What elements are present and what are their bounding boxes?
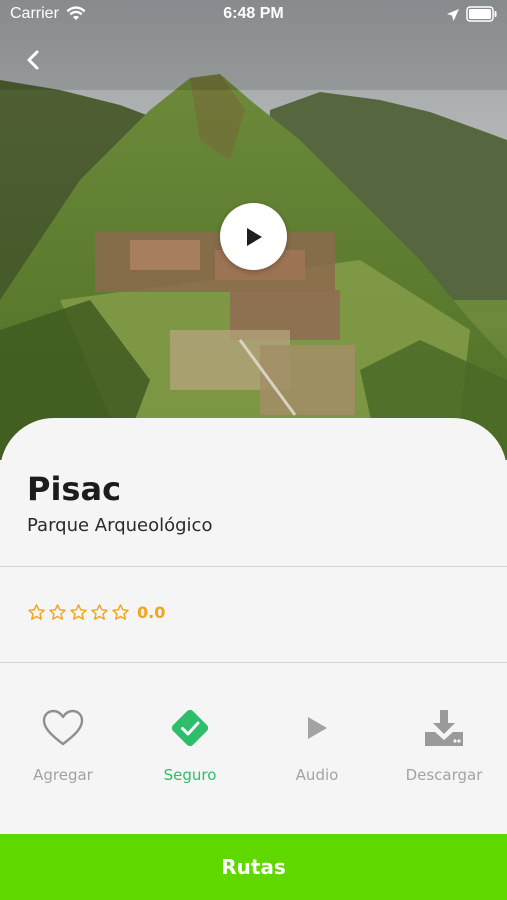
clock-time: 6:48 PM <box>223 5 284 22</box>
safe-button[interactable]: Seguro <box>127 700 253 800</box>
location-arrow-icon <box>446 7 460 26</box>
status-bar: Carrier 6:48 PM <box>0 0 507 30</box>
routes-button[interactable]: Rutas <box>0 834 507 900</box>
star-outline-icon[interactable] <box>27 603 46 622</box>
play-icon <box>308 717 327 739</box>
download-icon <box>425 710 463 746</box>
place-title: Pisac <box>27 470 122 508</box>
action-label: Audio <box>295 766 339 784</box>
divider <box>0 662 507 663</box>
back-button[interactable] <box>18 44 50 76</box>
divider <box>0 566 507 567</box>
star-outline-icon[interactable] <box>111 603 130 622</box>
star-outline-icon[interactable] <box>69 603 88 622</box>
check-diamond-icon <box>171 709 209 747</box>
place-category: Parque Arqueológico <box>27 515 213 536</box>
action-label: Agregar <box>33 766 93 784</box>
heart-icon <box>42 709 84 746</box>
star-outline-icon[interactable] <box>90 603 109 622</box>
rating-row: 0.0 <box>27 603 165 622</box>
add-favorite-button[interactable]: Agregar <box>0 700 126 800</box>
audio-button[interactable]: Audio <box>254 700 380 800</box>
star-outline-icon[interactable] <box>48 603 67 622</box>
play-icon <box>246 227 262 246</box>
action-label: Seguro <box>163 766 217 784</box>
star-rating[interactable] <box>27 603 130 622</box>
chevron-left-icon <box>27 50 39 70</box>
battery-icon <box>466 6 498 26</box>
action-label: Descargar <box>405 766 483 784</box>
actions-row: Agregar Seguro Audio Descargar <box>0 700 507 800</box>
download-button[interactable]: Descargar <box>381 700 507 800</box>
play-video-button[interactable] <box>220 203 287 270</box>
rating-value: 0.0 <box>137 603 166 622</box>
